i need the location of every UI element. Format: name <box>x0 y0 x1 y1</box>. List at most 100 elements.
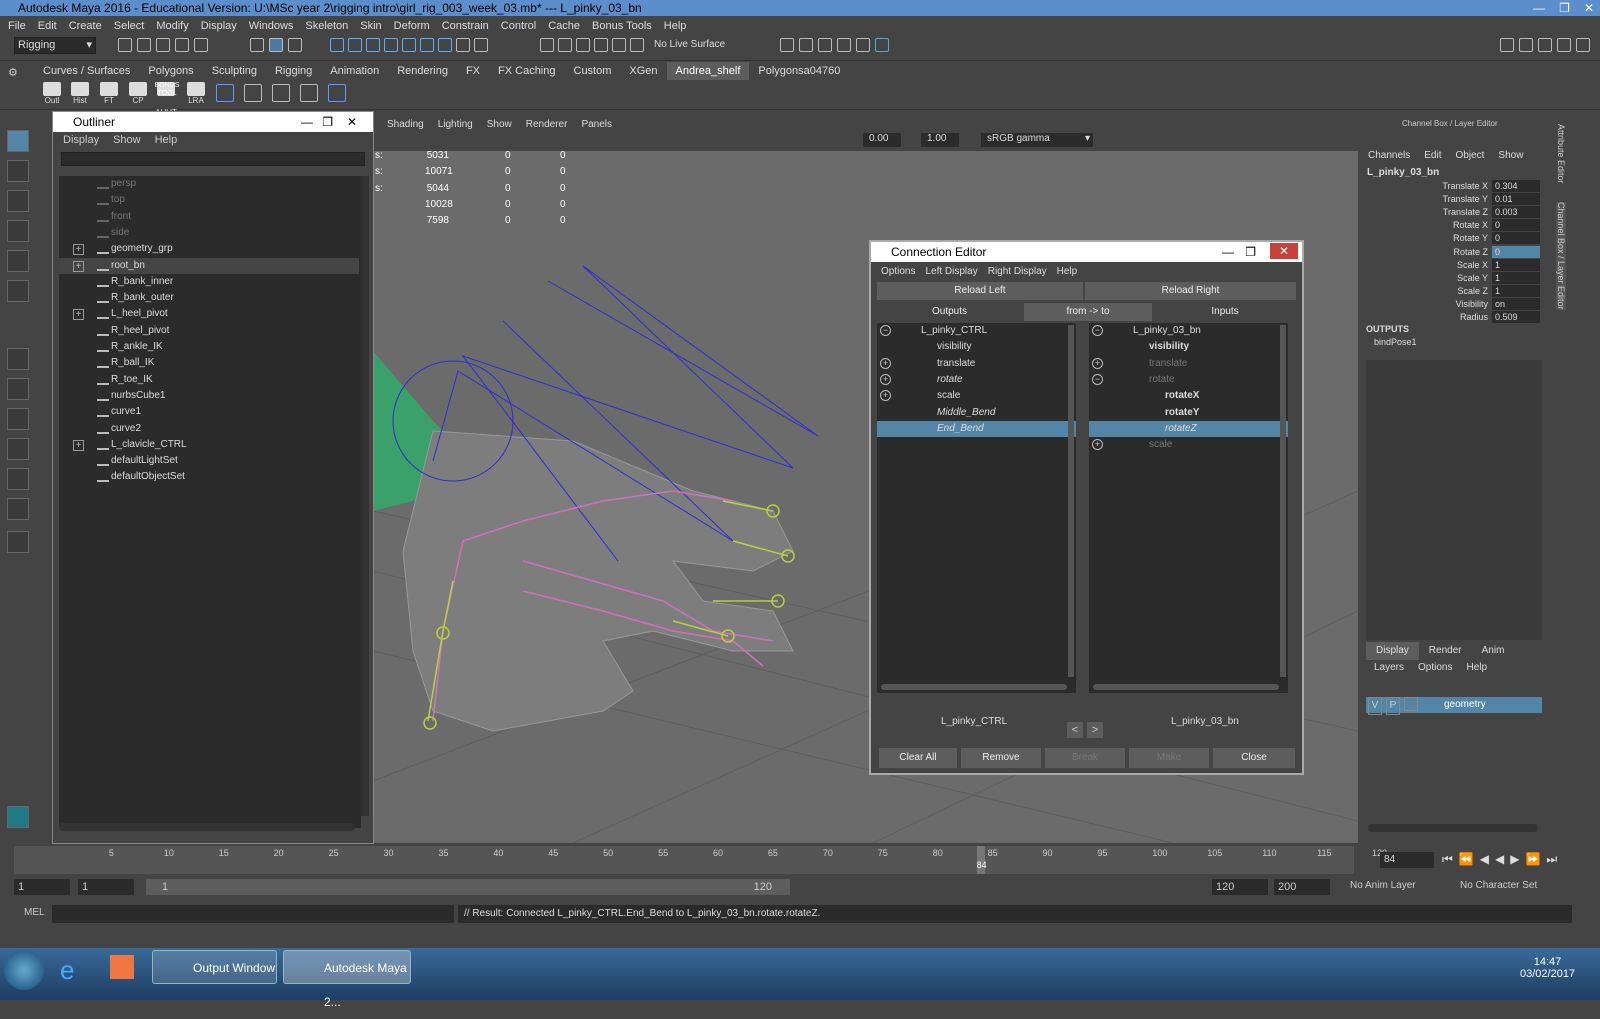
channel-attribute-value[interactable]: 0.509 <box>1492 311 1540 323</box>
anim-start-field[interactable]: 1 <box>14 879 70 895</box>
attribute-row[interactable]: + scale <box>1089 437 1288 453</box>
hypershade-icon[interactable] <box>856 38 870 52</box>
snap-help-icon[interactable] <box>438 38 452 52</box>
expand-icon[interactable]: + <box>1092 357 1103 369</box>
move-tool-icon[interactable] <box>7 220 29 242</box>
reload-right-button[interactable]: Reload Right <box>1085 282 1296 300</box>
time-slider[interactable]: 5 10 15 20 25 30 35 40 45 50 55 60 65 70 75 80 85 90 95 100… <box>14 846 1387 874</box>
expand-icon[interactable]: + <box>73 244 84 256</box>
outliner-item[interactable]: + L_heel_pivot <box>59 306 359 322</box>
channel-attribute[interactable]: Translate Y 0.01 <box>1420 193 1540 206</box>
shelf-tab[interactable]: Rigging <box>266 62 321 80</box>
outliner-item[interactable]: R_bank_inner <box>59 274 359 290</box>
shelf-tab[interactable]: Rendering <box>388 62 457 80</box>
outputs-item[interactable]: bindPose1 <box>1374 337 1417 347</box>
expand-icon[interactable]: + <box>880 390 891 402</box>
attribute-row[interactable]: visibility <box>1089 339 1288 355</box>
shelf-tab[interactable]: FX Caching <box>489 62 564 80</box>
attribute-row[interactable]: Middle_Bend <box>877 405 1076 421</box>
redo-icon[interactable] <box>194 38 208 52</box>
play-backward-icon[interactable]: ◀ <box>1495 852 1504 867</box>
shelf-tab[interactable]: Polygons <box>139 62 202 80</box>
layer-menu-item[interactable]: Options <box>1418 662 1452 673</box>
tab-attribute-editor[interactable]: Attribute Editor <box>1556 124 1566 184</box>
menu-display[interactable]: Display <box>201 20 237 32</box>
expand-icon[interactable]: + <box>1092 439 1103 451</box>
shelf-tab[interactable]: XGen <box>620 62 666 80</box>
soft-select-icon[interactable] <box>594 38 608 52</box>
reload-left-button[interactable]: Reload Left <box>877 282 1083 300</box>
attribute-row[interactable]: visibility <box>877 339 1076 355</box>
channel-attribute-value[interactable]: 1 <box>1492 258 1540 271</box>
layer-tab[interactable]: Render <box>1419 642 1472 660</box>
select-component-icon[interactable] <box>288 38 302 52</box>
taskbar-maya[interactable]: Autodesk Maya 2... <box>283 950 411 1009</box>
step-forward-key-icon[interactable]: ⏩ <box>1525 852 1540 867</box>
channel-attribute-value[interactable]: 0.304 <box>1492 180 1540 192</box>
channel-box-menu-item[interactable]: Show <box>1498 150 1523 161</box>
channel-attribute[interactable]: Translate Z 0.003 <box>1420 206 1540 219</box>
channel-attribute[interactable]: Scale Z 1 <box>1420 284 1540 297</box>
clear-all-button[interactable]: Clear All <box>879 748 957 768</box>
attribute-row[interactable]: − rotate <box>1089 372 1288 388</box>
channel-box-menu-item[interactable]: Edit <box>1424 150 1441 161</box>
channel-attribute-value[interactable]: 0 <box>1492 219 1540 232</box>
gamma-field[interactable]: 1.00 <box>921 133 959 147</box>
maximize-icon[interactable]: ❐ <box>322 112 333 132</box>
outliner-toggle-icon[interactable] <box>1576 38 1590 52</box>
mirror-joint-icon[interactable] <box>300 84 318 102</box>
outliner-item[interactable]: side <box>59 225 359 241</box>
graph-layout-icon[interactable] <box>7 468 29 490</box>
channel-attribute-value[interactable]: 0.003 <box>1492 206 1540 219</box>
channel-attribute-value[interactable]: 1 <box>1492 284 1540 297</box>
minimize-icon[interactable]: — <box>1222 242 1234 262</box>
outliner-item[interactable]: defaultLightSet <box>59 453 359 469</box>
tweak-icon[interactable] <box>576 38 590 52</box>
ik-tool-icon[interactable] <box>244 84 262 102</box>
custom-layout-icon[interactable] <box>7 531 29 553</box>
lasso-tool-icon[interactable] <box>7 160 29 182</box>
menu-cache[interactable]: Cache <box>548 20 580 32</box>
attribute-row[interactable]: − L_pinky_CTRL <box>877 323 1076 339</box>
snap-curve-icon[interactable] <box>348 38 362 52</box>
shelf-tab[interactable]: Sculpting <box>203 62 266 80</box>
menu-skeleton[interactable]: Skeleton <box>305 20 348 32</box>
symmetry-icon[interactable] <box>612 38 626 52</box>
shelf-button[interactable]: CP <box>126 82 150 108</box>
color-space-dropdown[interactable]: sRGB gamma ▾ <box>981 133 1093 147</box>
shelf-tab[interactable]: Andrea_shelf <box>666 62 750 80</box>
minimize-icon[interactable]: — <box>1533 0 1545 16</box>
shelf-button[interactable]: Outl <box>40 82 64 108</box>
viewport-menu-item[interactable]: Lighting <box>438 118 473 132</box>
menu-windows[interactable]: Windows <box>249 20 294 32</box>
channel-box-icon[interactable] <box>1557 38 1571 52</box>
outliner-item[interactable]: nurbsCube1 <box>59 388 359 404</box>
step-back-frame-icon[interactable]: ◀ <box>1480 852 1489 867</box>
hypergraph-layout-icon[interactable] <box>7 498 29 520</box>
orient-joint-icon[interactable] <box>272 84 290 102</box>
close-icon[interactable]: ✕ <box>1584 0 1594 16</box>
outliner-scrollbar[interactable] <box>361 176 369 816</box>
play-start-field[interactable]: 1 <box>78 879 134 895</box>
layer-playback-toggle[interactable]: P <box>1386 697 1400 715</box>
shelf-button[interactable]: Hist <box>68 82 92 108</box>
direction-button[interactable]: from -> to <box>1024 303 1152 321</box>
ie-icon[interactable]: e <box>60 955 74 986</box>
ipr-icon[interactable] <box>818 38 832 52</box>
new-scene-icon[interactable] <box>118 38 132 52</box>
bonus-tool-label[interactable]: BONUS TOOL <box>154 82 180 98</box>
expand-icon[interactable]: + <box>73 309 84 321</box>
play-forward-icon[interactable]: ▶ <box>1510 852 1519 867</box>
outliner-item[interactable]: curve1 <box>59 404 359 420</box>
snap-grid-icon[interactable] <box>330 38 344 52</box>
attribute-row[interactable]: rotateZ <box>1089 420 1288 437</box>
layer-tab[interactable]: Anim <box>1472 642 1515 660</box>
attribute-editor-icon[interactable] <box>1519 38 1533 52</box>
scrollbar[interactable] <box>1280 325 1286 677</box>
shelf-tab[interactable]: FX <box>457 62 489 80</box>
anim-layer-dropdown[interactable]: No Anim Layer <box>1350 880 1416 891</box>
snap-view-icon[interactable] <box>384 38 398 52</box>
break-button[interactable]: Break <box>1045 748 1125 768</box>
anim-end-field[interactable]: 200 <box>1274 879 1330 895</box>
outliner-search-input[interactable] <box>61 152 365 166</box>
